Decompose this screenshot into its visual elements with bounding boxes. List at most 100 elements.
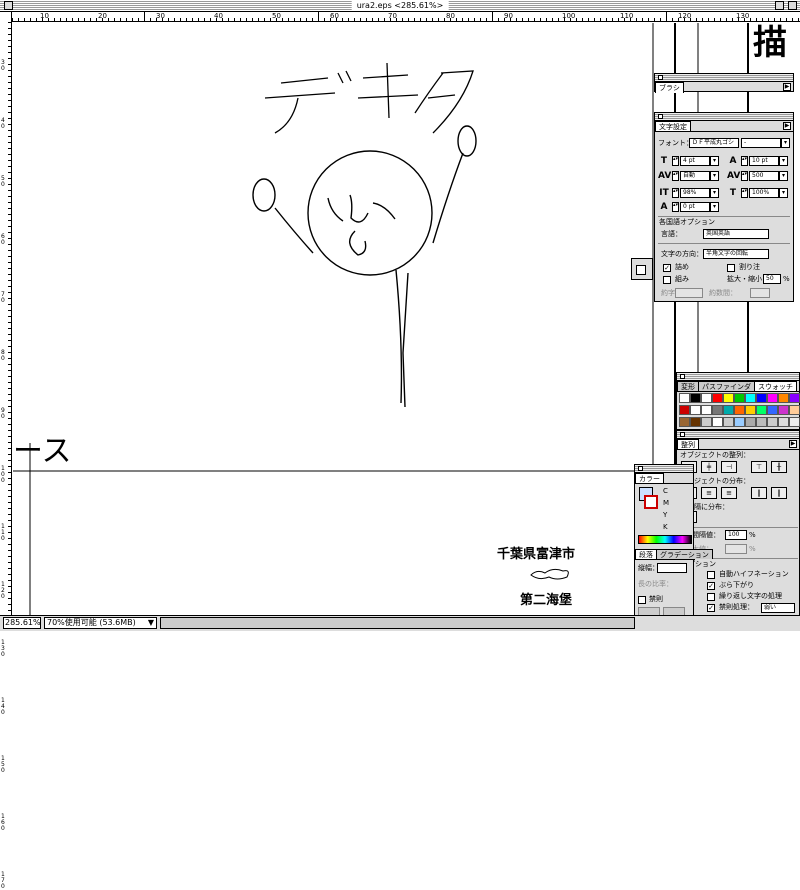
color-swatch[interactable] [745, 405, 756, 415]
color-swatch[interactable] [756, 417, 767, 427]
baseline-stepper[interactable]: ▴▾ [672, 202, 679, 212]
brush-panel[interactable]: ブラシ ▶ [654, 73, 794, 93]
kerning-dropdown[interactable]: ▾ [710, 171, 719, 181]
color-swatch[interactable] [778, 405, 789, 415]
close-icon[interactable] [638, 466, 643, 471]
horizontal-scale-field[interactable]: 100% [749, 188, 779, 198]
kinsoku-select[interactable]: 弱い [761, 603, 795, 613]
color-swatch[interactable] [734, 417, 745, 427]
horizontal-scrollbar[interactable] [160, 617, 635, 629]
align-top-icon[interactable]: ⊤ [751, 461, 767, 473]
font-size-field[interactable]: 4 pt [680, 156, 710, 166]
panel-drag-bar[interactable] [677, 373, 799, 381]
color-swatch[interactable] [723, 417, 734, 427]
leading-stepper[interactable]: ▴▾ [741, 156, 748, 166]
color-swatch[interactable] [789, 393, 800, 403]
color-swatch[interactable] [734, 393, 745, 403]
tab-character[interactable]: 文字設定 [655, 121, 691, 131]
indent-field[interactable] [657, 563, 687, 573]
font-style-dropdown[interactable]: ▾ [781, 138, 790, 148]
tracking-dropdown[interactable]: ▾ [779, 171, 788, 181]
kerning-field[interactable]: 自動 [680, 171, 710, 181]
color-spectrum-bar[interactable] [638, 535, 692, 544]
tab-swatch-1[interactable]: パスファインダ [698, 381, 755, 391]
color-swatch[interactable] [756, 393, 767, 403]
distribute-left-icon[interactable]: ‖ [751, 487, 767, 499]
align-vcenter-icon[interactable]: ╫ [771, 461, 787, 473]
font-style-field[interactable]: - [741, 138, 781, 148]
color-swatch[interactable] [701, 393, 712, 403]
vertical-scale-stepper[interactable]: ▴▾ [672, 188, 679, 198]
color-swatch[interactable] [778, 393, 789, 403]
color-panel[interactable]: カラー C M Y K 段落 グラデーション 縦幅： 長の比率： 禁則 [634, 464, 713, 622]
color-swatch[interactable] [701, 405, 712, 415]
ratio-field[interactable]: 50 [763, 274, 781, 284]
color-swatch[interactable] [723, 393, 734, 403]
tracking-field[interactable]: 500 [749, 171, 779, 181]
leading-dropdown[interactable]: ▾ [779, 156, 788, 166]
color-swatch[interactable] [767, 417, 778, 427]
floating-tool-strip[interactable] [631, 258, 653, 280]
color-swatch[interactable] [778, 417, 789, 427]
close-icon[interactable] [680, 432, 685, 437]
horizontal-scale-stepper[interactable]: ▴▾ [741, 188, 748, 198]
color-swatch[interactable] [712, 405, 723, 415]
color-swatch[interactable] [789, 417, 800, 427]
close-icon[interactable] [658, 114, 663, 119]
kinsoku-checkbox[interactable]: ✓ [707, 604, 715, 612]
square-icon[interactable] [636, 265, 646, 275]
panel-drag-bar[interactable] [655, 113, 793, 121]
align-panel[interactable]: 整列▶ オブジェクトの整列： ⊢ ╪ ⊣ ⊤ ╫ オブジェクトの分布： ≡ ≡ … [676, 430, 800, 620]
color-swatch[interactable] [767, 405, 778, 415]
color-swatch[interactable] [745, 393, 756, 403]
zoom-field[interactable]: 285.61% [3, 617, 41, 629]
language-select[interactable]: 英国英語 [703, 229, 769, 239]
memory-status-select[interactable]: 70%使用可能 (53.6MB) ▼ [44, 617, 157, 629]
color-swatch[interactable] [745, 417, 756, 427]
panel-drag-bar[interactable] [635, 465, 693, 473]
close-box[interactable] [4, 1, 13, 10]
color-swatch[interactable] [679, 417, 690, 427]
color-swatch[interactable] [756, 405, 767, 415]
font-size-stepper[interactable]: ▴▾ [672, 156, 679, 166]
tracking-stepper[interactable]: ▴▾ [741, 171, 748, 181]
tab-swatch-2[interactable]: スウォッチ [754, 381, 797, 391]
collapse-box[interactable] [788, 1, 797, 10]
color-swatch[interactable] [690, 405, 701, 415]
auto-hyphenation-checkbox[interactable] [707, 571, 715, 579]
window-title-bar[interactable]: ura2.eps <285.61%> [0, 0, 800, 12]
color-swatch[interactable] [690, 417, 701, 427]
panel-menu-icon[interactable]: ▶ [789, 440, 797, 448]
repeat-char-checkbox[interactable] [707, 593, 715, 601]
panel-drag-bar[interactable] [677, 431, 799, 439]
tab-swatch-0[interactable]: 変形 [677, 381, 699, 391]
tab-brush[interactable]: ブラシ [655, 82, 684, 93]
direction-select[interactable]: 半角文字の回転 [703, 249, 769, 259]
spacing-value-field[interactable]: 100 [725, 530, 747, 540]
color-swatch[interactable] [712, 393, 723, 403]
color-swatch[interactable] [690, 393, 701, 403]
leading-field[interactable]: 10 pt [749, 156, 779, 166]
font-family-field[interactable]: ＤＦ平成丸ゴシ [689, 138, 739, 148]
color-swatch[interactable] [701, 417, 712, 427]
align-hcenter-icon[interactable]: ╪ [701, 461, 717, 473]
color-swatch[interactable] [723, 405, 734, 415]
vertical-scale-dropdown[interactable]: ▾ [710, 188, 719, 198]
distribute-hcenter-icon[interactable]: ‖ [771, 487, 787, 499]
tab-paragraph[interactable]: 段落 [635, 549, 657, 559]
stroke-color-icon[interactable] [644, 495, 658, 509]
kumi-checkbox[interactable] [663, 276, 671, 284]
warichu-checkbox[interactable] [727, 264, 735, 272]
close-icon[interactable] [658, 75, 663, 80]
panel-menu-icon[interactable]: ▶ [783, 83, 791, 91]
color-swatch[interactable] [679, 405, 690, 415]
color-swatch[interactable] [767, 393, 778, 403]
color-swatch[interactable] [679, 393, 690, 403]
baseline-field[interactable]: 0 pt [680, 202, 710, 212]
close-icon[interactable] [680, 374, 685, 379]
tab-align[interactable]: 整列 [677, 439, 699, 449]
align-right-icon[interactable]: ⊣ [721, 461, 737, 473]
kinsoku-checkbox-2[interactable] [638, 596, 646, 604]
color-swatch[interactable] [734, 405, 745, 415]
tab-color[interactable]: カラー [635, 473, 664, 483]
